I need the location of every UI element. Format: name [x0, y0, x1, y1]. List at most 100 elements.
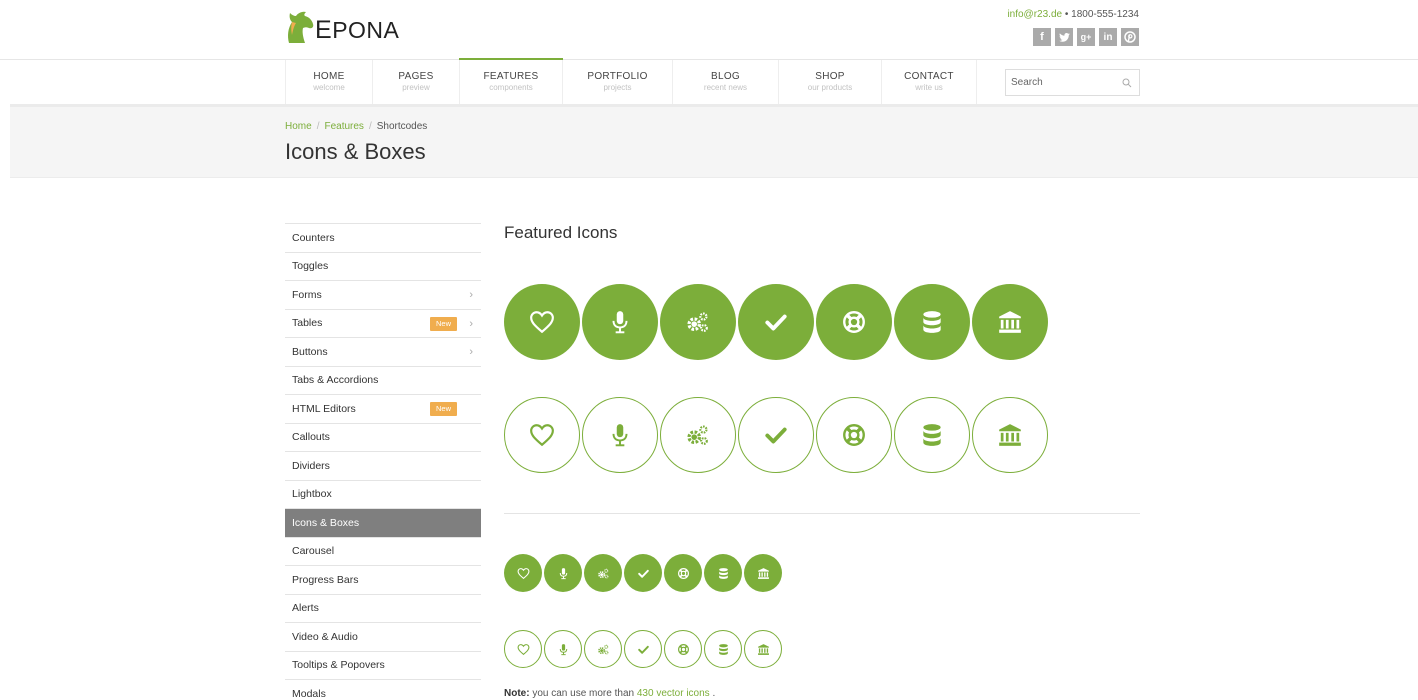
nav-item-contact[interactable]: CONTACT write us	[881, 60, 977, 104]
new-badge: New	[430, 316, 458, 331]
sidebar-item-label: Toggles	[292, 260, 329, 273]
nav-item-home[interactable]: HOME welcome	[285, 60, 372, 104]
sidebar-item-tooltips-popovers[interactable]: Tooltips & Popovers	[285, 652, 481, 680]
facebook-icon[interactable]: f	[1033, 28, 1051, 46]
note-body: you can use more than	[529, 688, 637, 699]
life-ring-icon	[843, 311, 865, 333]
nav-item-portfolio[interactable]: PORTFOLIO projects	[562, 60, 672, 104]
heart-icon-button[interactable]	[504, 630, 542, 668]
nav-label: CONTACT	[904, 71, 954, 82]
breadcrumb-features[interactable]: Features	[324, 121, 363, 132]
life-ring-icon	[677, 643, 689, 655]
linkedin-icon[interactable]: in	[1099, 28, 1117, 46]
life-ring-icon-button[interactable]	[816, 397, 892, 473]
sidebar-item-buttons[interactable]: Buttons ›	[285, 338, 481, 367]
heart-icon-button[interactable]	[504, 554, 542, 592]
logo[interactable]: EPONA	[285, 10, 399, 44]
sidebar-item-label: Tooltips & Popovers	[292, 659, 385, 672]
sidebar-item-carousel[interactable]: Carousel	[285, 538, 481, 566]
sidebar-item-video-audio[interactable]: Video & Audio	[285, 623, 481, 652]
life-ring-icon-button[interactable]	[664, 554, 702, 592]
heart-icon-button[interactable]	[504, 397, 580, 473]
nav-sublabel: recent news	[703, 83, 748, 92]
bank-icon-button[interactable]	[744, 554, 782, 592]
database-icon	[923, 311, 941, 333]
sidebar-item-label: Modals	[292, 687, 326, 700]
nav-sublabel: components	[489, 83, 533, 92]
bank-icon	[999, 311, 1021, 333]
cogs-icon-button[interactable]	[584, 630, 622, 668]
microphone-icon-button[interactable]	[582, 397, 658, 473]
nav-item-features[interactable]: FEATURES components	[459, 58, 563, 104]
sidebar-item-html-editors[interactable]: HTML Editors New	[285, 395, 481, 424]
sidebar-item-lightbox[interactable]: Lightbox	[285, 481, 481, 509]
sidebar-item-forms[interactable]: Forms ›	[285, 281, 481, 310]
database-icon-button[interactable]	[704, 630, 742, 668]
sidebar-item-modals[interactable]: Modals	[285, 680, 481, 700]
bank-icon-button[interactable]	[744, 630, 782, 668]
sidebar-item-label: HTML Editors	[292, 402, 356, 415]
icon-row-small-outline	[504, 630, 784, 668]
search-icon[interactable]	[1115, 78, 1139, 88]
heart-icon	[530, 424, 554, 447]
cogs-icon-button[interactable]	[584, 554, 622, 592]
check-icon-button[interactable]	[738, 284, 814, 360]
bank-icon	[999, 424, 1021, 446]
life-ring-icon-button[interactable]	[664, 630, 702, 668]
twitter-icon[interactable]	[1055, 28, 1073, 46]
vector-icons-link[interactable]: 430 vector icons	[637, 688, 710, 699]
sidebar-item-alerts[interactable]: Alerts	[285, 595, 481, 623]
check-icon-button[interactable]	[624, 554, 662, 592]
sidebar-item-icons-boxes[interactable]: Icons & Boxes	[285, 509, 481, 538]
cogs-icon-button[interactable]	[660, 284, 736, 360]
microphone-icon-button[interactable]	[544, 630, 582, 668]
bank-icon-button[interactable]	[972, 284, 1048, 360]
microphone-icon	[559, 567, 567, 579]
contact-phone: 1800-555-1234	[1071, 9, 1139, 20]
check-icon	[637, 569, 649, 578]
life-ring-icon-button[interactable]	[816, 284, 892, 360]
note-text: Note: you can use more than 430 vector i…	[504, 688, 715, 699]
google-plus-icon[interactable]: g+	[1077, 28, 1095, 46]
check-icon	[765, 427, 787, 444]
cogs-icon-button[interactable]	[660, 397, 736, 473]
database-icon-button[interactable]	[704, 554, 742, 592]
sidebar-item-tables[interactable]: Tables New ›	[285, 310, 481, 338]
database-icon	[923, 424, 941, 446]
nav-item-shop[interactable]: SHOP our products	[778, 60, 881, 104]
microphone-icon-button[interactable]	[544, 554, 582, 592]
heart-icon-button[interactable]	[504, 284, 580, 360]
sidebar-item-progress-bars[interactable]: Progress Bars	[285, 566, 481, 595]
search-input[interactable]	[1011, 77, 1111, 88]
breadcrumb-home[interactable]: Home	[285, 121, 312, 132]
microphone-icon-button[interactable]	[582, 284, 658, 360]
chevron-right-icon: ›	[469, 317, 473, 330]
sidebar-item-dividers[interactable]: Dividers	[285, 452, 481, 481]
sidebar-item-callouts[interactable]: Callouts	[285, 424, 481, 452]
sidebar-item-tabs-accordions[interactable]: Tabs & Accordions	[285, 367, 481, 395]
nav-label: SHOP	[815, 71, 845, 82]
contact-email[interactable]: info@r23.de	[1007, 9, 1062, 20]
icon-row-large-filled	[504, 284, 1050, 360]
pinterest-icon[interactable]	[1121, 28, 1139, 46]
nav-item-blog[interactable]: BLOG recent news	[672, 60, 778, 104]
page-title: Icons & Boxes	[285, 139, 426, 164]
bank-icon	[757, 643, 769, 655]
nav-item-pages[interactable]: PAGES preview	[372, 60, 459, 104]
sidebar-item-label: Carousel	[292, 545, 335, 558]
check-icon	[637, 645, 649, 654]
sidebar-item-label: Buttons	[292, 345, 328, 358]
check-icon-button[interactable]	[738, 397, 814, 473]
database-icon-button[interactable]	[894, 397, 970, 473]
check-icon-button[interactable]	[624, 630, 662, 668]
sidebar-item-label: Icons & Boxes	[292, 516, 360, 529]
nav-sublabel: projects	[603, 83, 632, 92]
bank-icon-button[interactable]	[972, 397, 1048, 473]
heart-icon	[517, 643, 529, 655]
sidebar-item-toggles[interactable]: Toggles	[285, 253, 481, 281]
cogs-icon	[597, 644, 608, 654]
database-icon-button[interactable]	[894, 284, 970, 360]
sidebar-item-counters[interactable]: Counters	[285, 224, 481, 253]
microphone-icon	[559, 643, 567, 655]
chevron-right-icon: ›	[469, 289, 473, 301]
